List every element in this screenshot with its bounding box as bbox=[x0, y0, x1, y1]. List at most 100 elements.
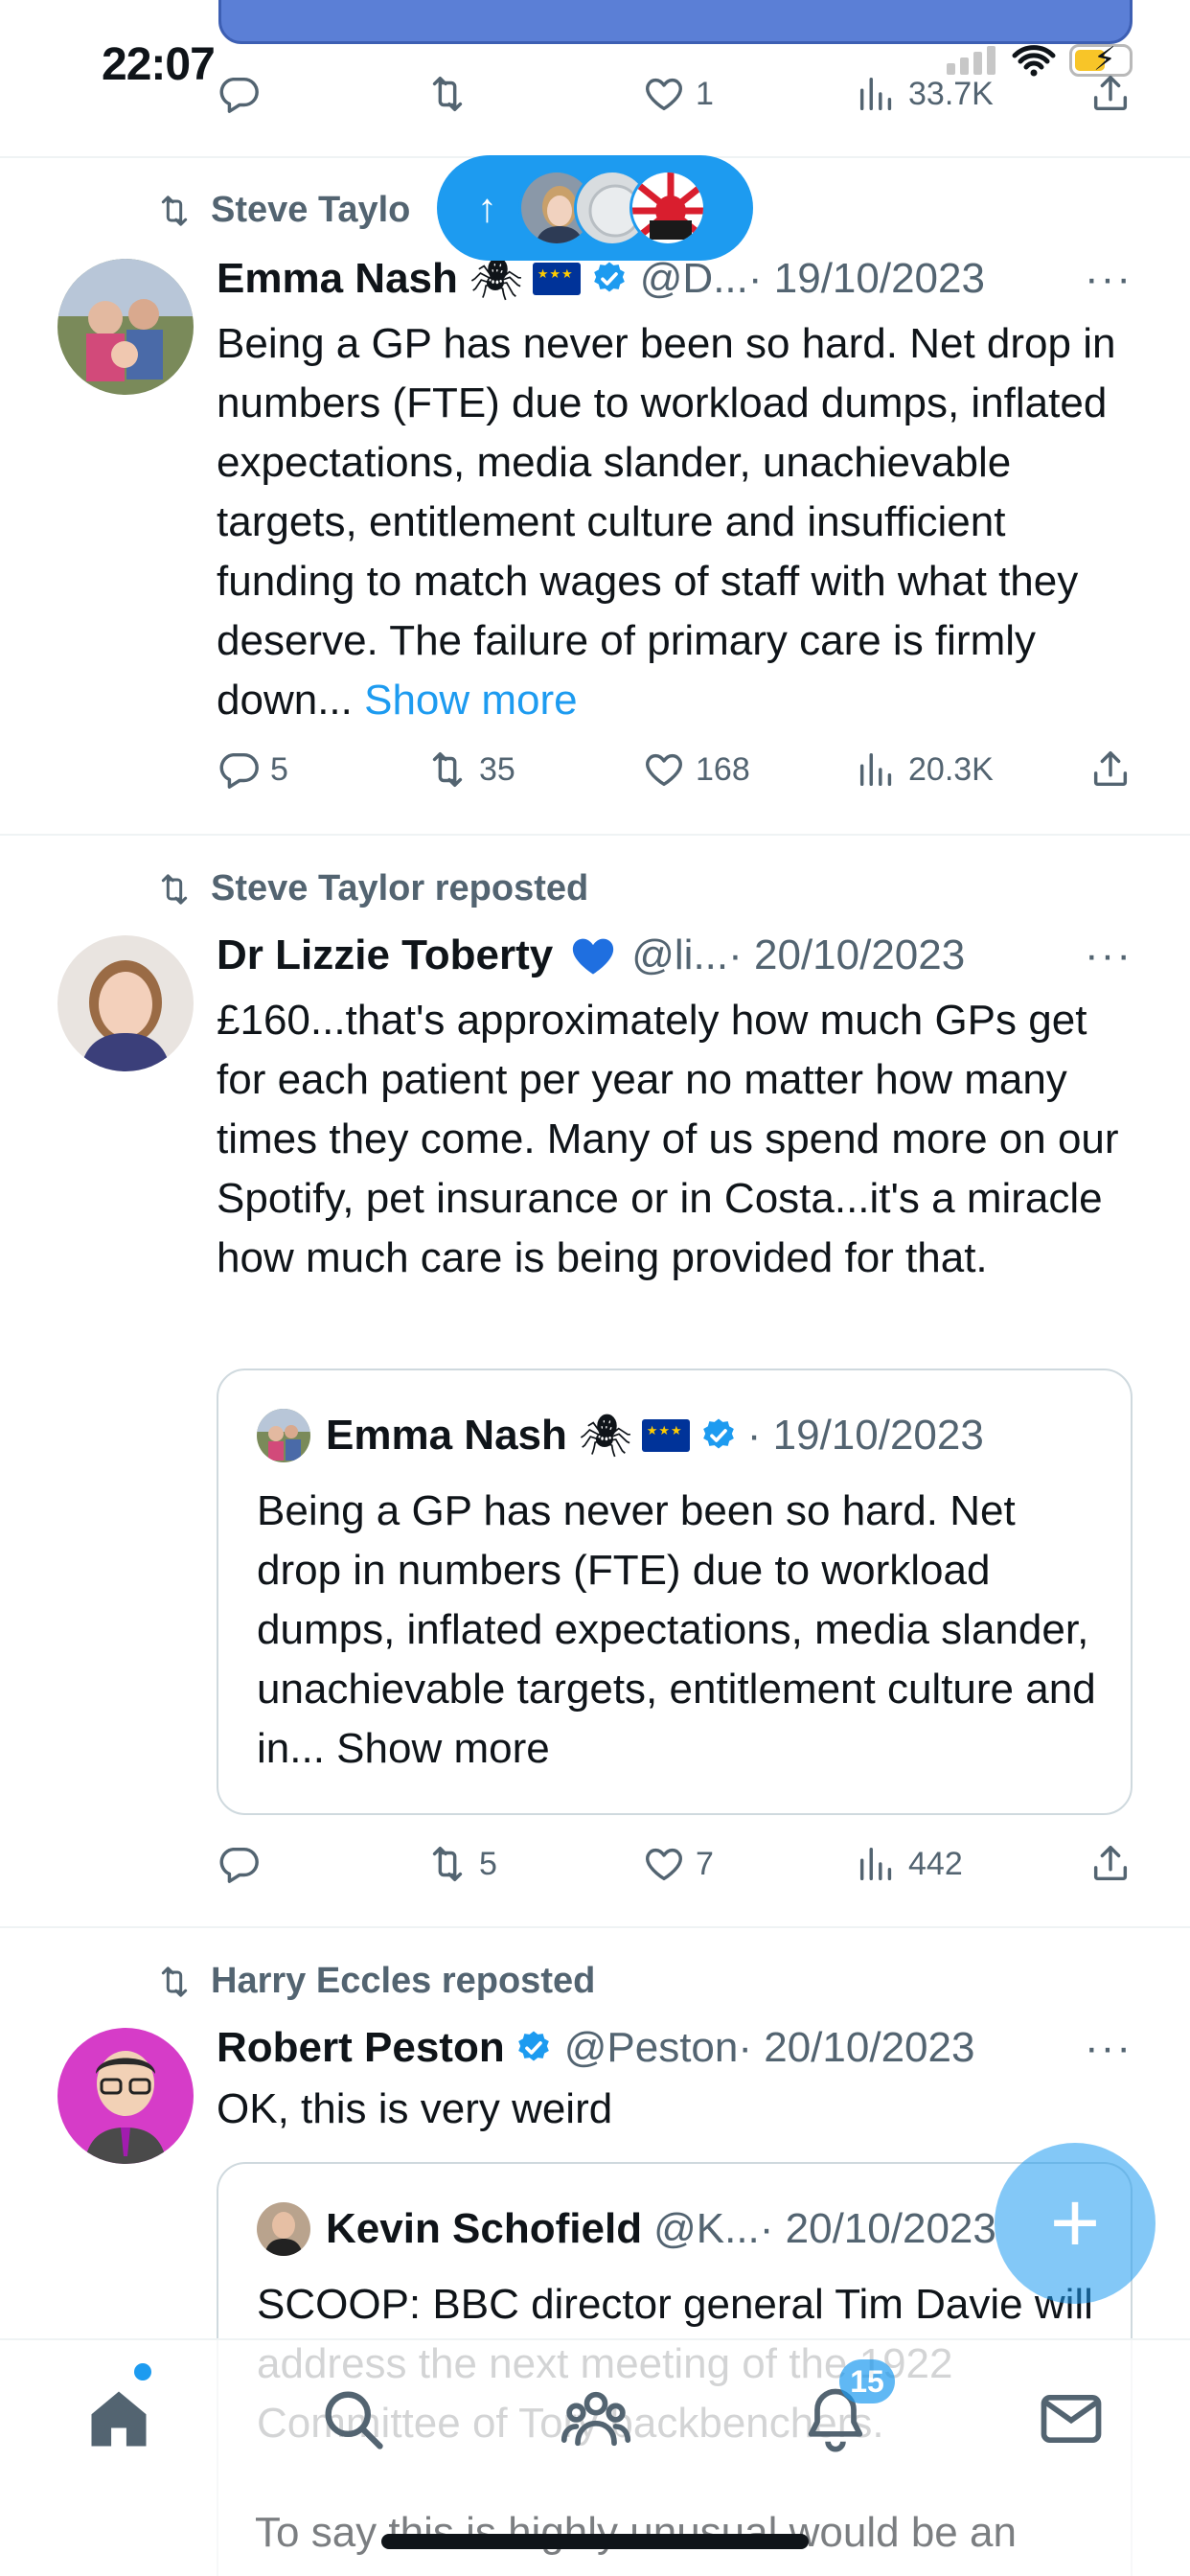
share-button[interactable] bbox=[1088, 72, 1133, 116]
reply-button[interactable]: 5 bbox=[217, 748, 288, 792]
more-options-icon[interactable]: ··· bbox=[1085, 932, 1133, 979]
more-options-icon[interactable]: ··· bbox=[1085, 2024, 1133, 2072]
divider bbox=[0, 834, 1190, 836]
tweet-header: Dr Lizzie Toberty @li... · 20/10/2023 ··… bbox=[217, 924, 1133, 987]
share-button[interactable] bbox=[1088, 748, 1133, 792]
views-icon bbox=[855, 748, 899, 792]
eu-flag-emoji bbox=[641, 1419, 690, 1452]
author-name[interactable]: Emma Nash bbox=[217, 255, 458, 303]
like-count: 1 bbox=[696, 75, 714, 112]
repost-button[interactable]: 5 bbox=[425, 1842, 497, 1886]
quote-author-name: Kevin Schofield bbox=[326, 2205, 643, 2252]
show-more-link[interactable]: Show more bbox=[364, 677, 578, 724]
author-handle[interactable]: @li... bbox=[631, 932, 728, 979]
like-icon bbox=[642, 1842, 686, 1886]
like-button[interactable]: 168 bbox=[642, 748, 750, 792]
messages-icon[interactable] bbox=[1035, 2382, 1108, 2455]
quote-author-name: Emma Nash bbox=[326, 1412, 567, 1459]
like-icon bbox=[642, 72, 686, 116]
status-time: 22:07 bbox=[102, 39, 216, 90]
search-icon[interactable] bbox=[316, 2382, 389, 2455]
communities-icon[interactable] bbox=[560, 2382, 632, 2455]
views-icon bbox=[855, 72, 899, 116]
avatar[interactable] bbox=[57, 259, 194, 395]
views-icon bbox=[855, 1842, 899, 1886]
quote-date: · 20/10/2023 bbox=[759, 2205, 996, 2252]
share-button[interactable] bbox=[1088, 1842, 1133, 1886]
share-icon bbox=[1088, 748, 1133, 792]
like-count: 168 bbox=[696, 750, 750, 788]
quote-text-continued: To say this is highly unusual would be a… bbox=[255, 2509, 1017, 2556]
post-date[interactable]: · 19/10/2023 bbox=[748, 255, 985, 303]
quoted-tweet[interactable]: Emma Nash 🕷 · 19/10/2023 Being a GP has … bbox=[217, 1368, 1133, 1815]
author-handle[interactable]: @D... bbox=[640, 255, 748, 303]
post-date[interactable]: · 20/10/2023 bbox=[728, 932, 965, 979]
tweet-text: OK, this is very weird bbox=[217, 2085, 613, 2132]
reply-button[interactable] bbox=[217, 1842, 270, 1886]
home-indicator[interactable] bbox=[381, 2534, 809, 2549]
tweet-header: Robert Peston @Peston · 20/10/2023 ··· bbox=[217, 2016, 1133, 2080]
unread-dot bbox=[134, 2363, 151, 2380]
quote-avatar bbox=[257, 2202, 310, 2256]
quote-date: · 19/10/2023 bbox=[746, 1412, 984, 1459]
avatar[interactable] bbox=[57, 2028, 194, 2164]
verified-icon bbox=[590, 260, 629, 298]
verified-icon bbox=[699, 1416, 738, 1455]
arrow-up-icon: ↑ bbox=[477, 185, 497, 230]
author-name[interactable]: Dr Lizzie Toberty bbox=[217, 932, 553, 979]
repost-icon bbox=[151, 192, 197, 230]
quote-text: Being a GP has never been so hard. Net d… bbox=[257, 1487, 1096, 1772]
post-date[interactable]: · 20/10/2023 bbox=[738, 2024, 974, 2072]
quote-show-more[interactable]: Show more bbox=[336, 1725, 550, 1772]
like-icon bbox=[642, 748, 686, 792]
views-button[interactable]: 33.7K bbox=[855, 72, 994, 116]
tweet-actions: 5 7 442 bbox=[217, 1835, 1133, 1893]
repost-by: Steve Taylor reposted bbox=[211, 868, 589, 908]
repost-icon bbox=[425, 748, 469, 792]
reply-button[interactable] bbox=[217, 72, 261, 116]
repost-icon bbox=[425, 1842, 469, 1886]
views-count: 442 bbox=[908, 1845, 963, 1882]
new-posts-pill[interactable]: ↑ bbox=[437, 155, 753, 261]
views-button[interactable]: 442 bbox=[855, 1842, 963, 1886]
spider-emoji: 🕷 bbox=[578, 1413, 632, 1460]
share-icon bbox=[1088, 1842, 1133, 1886]
repost-icon bbox=[151, 870, 197, 908]
repost-indicator[interactable]: Harry Eccles reposted bbox=[151, 1961, 595, 2002]
blue-heart-emoji bbox=[573, 938, 614, 975]
more-options-icon[interactable]: ··· bbox=[1085, 255, 1133, 303]
author-name[interactable]: Robert Peston bbox=[217, 2024, 505, 2072]
repost-button[interactable]: 35 bbox=[425, 748, 515, 792]
reply-count: 5 bbox=[270, 750, 288, 788]
top-tweet-actions: 1 33.7K bbox=[217, 65, 1133, 123]
tweet-text: Being a GP has never been so hard. Net d… bbox=[217, 320, 1116, 724]
tweet-text: £160...that's approximately how much GPs… bbox=[217, 997, 1119, 1281]
repost-button[interactable] bbox=[425, 72, 469, 116]
compose-button[interactable]: + bbox=[995, 2143, 1156, 2304]
repost-indicator[interactable]: Steve Taylo bbox=[151, 190, 410, 231]
avatar[interactable] bbox=[57, 935, 194, 1071]
like-button[interactable]: 1 bbox=[642, 72, 714, 116]
quote-author-handle: @K... bbox=[653, 2205, 760, 2252]
notifications-badge: 15 bbox=[839, 2359, 895, 2404]
spider-emoji: 🕷 bbox=[469, 256, 523, 303]
reply-icon bbox=[217, 1842, 261, 1886]
author-handle[interactable]: @Peston bbox=[564, 2024, 739, 2072]
views-count: 20.3K bbox=[908, 750, 994, 788]
quote-header: Emma Nash 🕷 · 19/10/2023 bbox=[257, 1409, 984, 1462]
like-button[interactable]: 7 bbox=[642, 1842, 714, 1886]
repost-count: 5 bbox=[479, 1845, 497, 1882]
tweet-actions: 5 35 168 20.3K bbox=[217, 741, 1133, 798]
like-count: 7 bbox=[696, 1845, 714, 1882]
views-count: 33.7K bbox=[908, 75, 994, 112]
home-icon[interactable] bbox=[82, 2382, 155, 2455]
reply-icon bbox=[217, 72, 261, 116]
views-button[interactable]: 20.3K bbox=[855, 748, 994, 792]
repost-by: Harry Eccles reposted bbox=[211, 1961, 596, 2001]
repost-indicator[interactable]: Steve Taylor reposted bbox=[151, 868, 588, 909]
pill-avatar bbox=[629, 170, 706, 246]
top-banner[interactable] bbox=[218, 0, 1133, 44]
repost-count: 35 bbox=[479, 750, 515, 788]
quote-header: Kevin Schofield @K... · 20/10/2023 bbox=[257, 2202, 996, 2256]
plus-icon: + bbox=[1049, 2175, 1101, 2271]
